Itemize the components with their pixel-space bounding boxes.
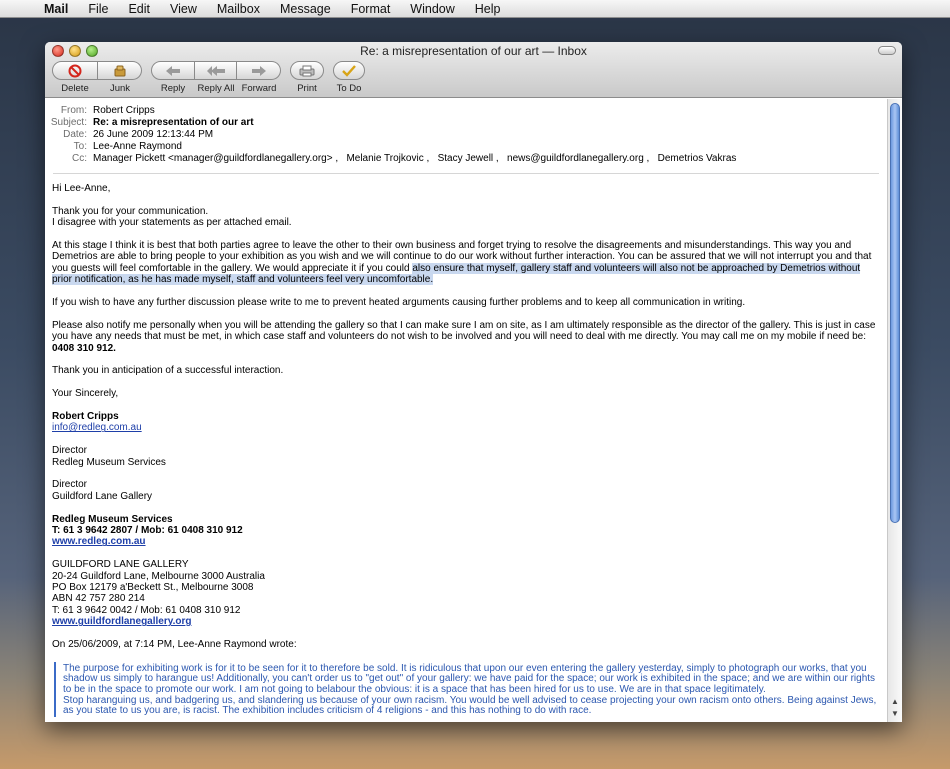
body-line: Thank you for your communication. [52,205,209,217]
subject-value: Re: a misrepresentation of our art [93,117,254,128]
forward-arrow-icon [237,61,281,80]
role-title: Director [52,479,88,491]
signature-role: Director Guildford Lane Gallery [52,479,880,502]
menu-window[interactable]: Window [410,2,454,16]
paragraph: Thank you in anticipation of a successfu… [52,365,284,377]
signature-block: Robert Cripps info@redleg.com.au [52,411,880,434]
message-headers: From: Robert Cripps Subject: Re: a misrepr… [45,99,887,165]
rms-name: Redleg Museum Services [52,513,173,525]
print-button[interactable]: Print [290,61,324,94]
scrollbar-thumb[interactable] [890,103,900,523]
cc-value[interactable]: Manager Pickett <manager@guildfordlanega… [93,153,887,165]
greeting: Hi Lee-Anne, [52,183,111,194]
title-bar: Re: a misrepresentation of our art — Inb… [45,42,902,98]
junk-icon [98,61,142,80]
glg-name: GUILDFORD LANE GALLERY [52,559,189,571]
glg-phone: T: 61 3 9642 0042 / Mob: 61 0408 310 912 [52,604,241,616]
subject-label: Subject: [50,117,87,128]
menu-mail[interactable]: Mail [44,2,68,16]
role-title: Director [52,445,88,457]
signature-role: Director Redleg Museum Services [52,445,880,468]
glg-contact: GUILDFORD LANE GALLERY 20-24 Guildford L… [52,559,880,627]
mail-window: Re: a misrepresentation of our art — Inb… [45,42,902,722]
quote-paragraph: The purpose for exhibiting work is for i… [63,662,876,696]
body-line: I disagree with your statements as per a… [52,217,292,229]
paragraph: Thank you for your communication. I disag… [52,206,880,229]
signature-name: Robert Cripps [52,411,119,423]
delete-icon [52,61,98,80]
glg-abn: ABN 42 757 280 214 [52,593,145,605]
glg-po-box: PO Box 12179 a'Beckett St., Melbourne 30… [52,582,254,594]
menu-message[interactable]: Message [280,2,331,16]
menu-view[interactable]: View [170,2,197,16]
signature-email-link[interactable]: info@redleg.com.au [52,422,142,433]
reply-arrow-icon [151,61,195,80]
role-org: Redleg Museum Services [52,456,166,468]
menu-edit[interactable]: Edit [128,2,150,16]
to-value[interactable]: Lee-Anne Raymond [93,141,887,153]
menu-format[interactable]: Format [351,2,391,16]
vertical-scrollbar[interactable]: ▲ ▼ [887,99,902,722]
quoted-message: The purpose for exhibiting work is for i… [54,661,880,717]
rms-website-link[interactable]: www.redleg.com.au [52,536,146,547]
quote-attribution: On 25/06/2009, at 7:14 PM, Lee-Anne Raym… [52,639,297,651]
todo-button[interactable]: To Do [333,61,365,94]
reply-button[interactable]: Reply [151,61,195,94]
reply-all-button[interactable]: Reply All [195,61,237,94]
toolbar-toggle-button[interactable] [878,46,896,55]
scroll-down-arrow-icon[interactable]: ▼ [888,707,902,720]
menu-help[interactable]: Help [475,2,501,16]
glg-address: 20-24 Guildford Lane, Melbourne 3000 Aus… [52,570,265,582]
body-text: Please also notify me personally when yo… [52,319,876,343]
message-body: Hi Lee-Anne, Thank you for your communic… [45,174,887,717]
date-label: Date: [63,129,87,140]
rms-phone: T: 61 3 9642 2807 / Mob: 61 0408 310 912 [52,525,243,537]
to-label: To: [73,141,87,152]
closing: Your Sincerely, [52,388,119,400]
role-org: Guildford Lane Gallery [52,490,153,502]
paragraph: At this stage I think it is best that bo… [52,240,880,286]
junk-button[interactable]: Junk [98,61,142,94]
window-title: Re: a misrepresentation of our art — Inb… [360,44,587,58]
message-view: From: Robert Cripps Subject: Re: a misrepr… [45,99,887,722]
checkmark-icon [333,61,365,80]
quote-paragraph: Stop haranguing us, and badgering us, an… [63,694,877,717]
cc-label: Cc: [72,153,87,164]
date-value: 26 June 2009 12:13:44 PM [93,129,214,140]
glg-website-link[interactable]: www.guildfordlanegallery.org [52,616,191,627]
menu-mailbox[interactable]: Mailbox [217,2,260,16]
from-value[interactable]: Robert Cripps [93,105,887,117]
printer-icon [290,61,324,80]
paragraph: Please also notify me personally when yo… [52,320,880,354]
rms-contact: Redleg Museum Services T: 61 3 9642 2807… [52,514,880,548]
delete-button[interactable]: Delete [52,61,98,94]
mobile-number: 0408 310 912. [52,342,116,354]
from-label: From: [60,105,87,116]
reply-all-arrow-icon [195,61,237,80]
menu-bar: Mail File Edit View Mailbox Message Form… [0,0,950,18]
forward-button[interactable]: Forward [237,61,281,94]
paragraph: If you wish to have any further discussi… [52,297,746,309]
menu-file[interactable]: File [88,2,108,16]
